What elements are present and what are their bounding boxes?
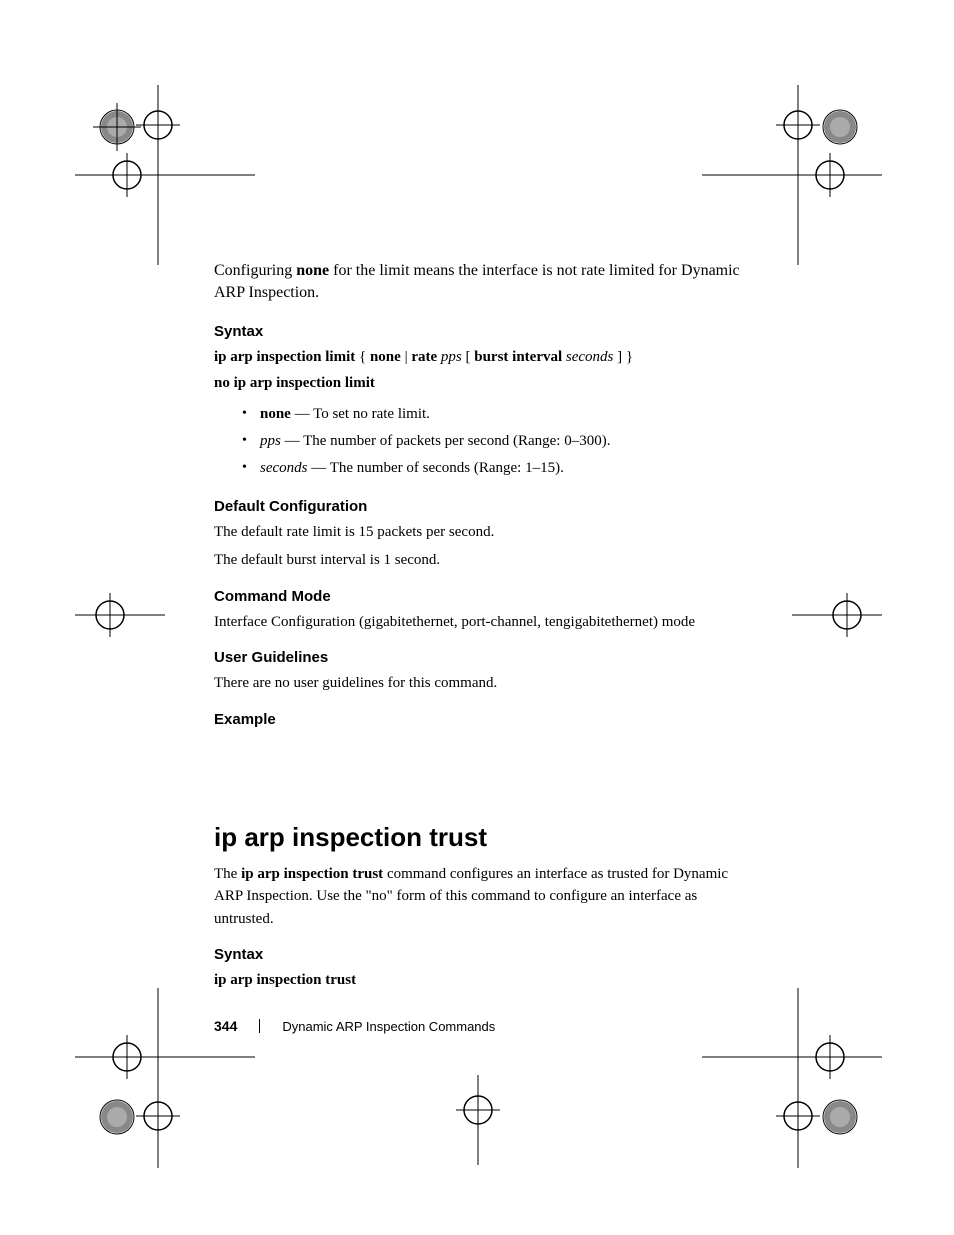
crop-mark-mid-right <box>792 585 882 645</box>
syntax2-heading: Syntax <box>214 946 744 963</box>
page-footer: 344 Dynamic ARP Inspection Commands <box>214 1018 744 1034</box>
user-guidelines-text: There are no user guidelines for this co… <box>214 672 744 695</box>
footer-divider <box>259 1019 260 1033</box>
command-trust-desc: The ip arp inspection trust command conf… <box>214 863 744 931</box>
syntax-heading: Syntax <box>214 323 744 340</box>
crop-mark-tl-bottom <box>75 145 255 205</box>
crop-mark-bl-inner <box>128 988 188 1168</box>
intro-paragraph: Configuring none for the limit means the… <box>214 260 744 305</box>
crop-mark-bottom-center <box>448 1075 508 1165</box>
command-mode-text: Interface Configuration (gigabitethernet… <box>214 611 744 634</box>
page-number: 344 <box>214 1018 237 1034</box>
default-config-line1: The default rate limit is 15 packets per… <box>214 521 744 544</box>
crop-mark-br-inner <box>768 988 828 1168</box>
page-content: Configuring none for the limit means the… <box>214 260 744 996</box>
syntax-line-1: ip arp inspection limit { none | rate pp… <box>214 346 744 369</box>
user-guidelines-heading: User Guidelines <box>214 649 744 666</box>
syntax-line-2: no ip arp inspection limit <box>214 372 744 395</box>
bullet-none: none — To set no rate limit. <box>242 401 744 428</box>
command-mode-heading: Command Mode <box>214 588 744 605</box>
footer-chapter: Dynamic ARP Inspection Commands <box>282 1019 495 1034</box>
default-config-heading: Default Configuration <box>214 498 744 515</box>
example-heading: Example <box>214 711 744 728</box>
crop-mark-mid-left <box>75 585 165 645</box>
bullet-seconds: seconds — The number of seconds (Range: … <box>242 455 744 482</box>
default-config-line2: The default burst interval is 1 second. <box>214 549 744 572</box>
bullet-pps: pps — The number of packets per second (… <box>242 428 744 455</box>
crop-mark-tr-bottom <box>702 145 882 205</box>
command-title-trust: ip arp inspection trust <box>214 822 744 853</box>
syntax2-line: ip arp inspection trust <box>214 969 744 992</box>
syntax-bullets: none — To set no rate limit. pps — The n… <box>242 401 744 482</box>
